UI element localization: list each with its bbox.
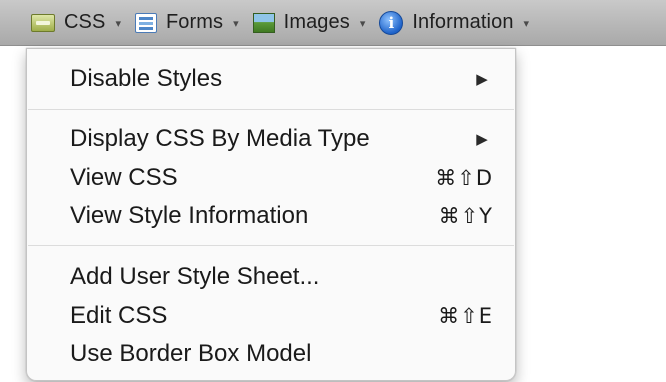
css-menu-button[interactable]: CSS ▾: [31, 0, 121, 46]
menu-item-disable-styles[interactable]: Disable Styles ▶: [70, 59, 497, 99]
submenu-arrow-icon: ▶: [476, 71, 488, 88]
menu-item-add-user-style-sheet[interactable]: Add User Style Sheet...: [70, 257, 497, 297]
menu-item-view-style-information[interactable]: View Style Information ⌘⇧Y: [70, 196, 497, 236]
keyboard-shortcut: ⌘⇧Y: [438, 204, 493, 228]
caret-down-icon: ▾: [233, 18, 239, 30]
caret-down-icon: ▾: [359, 18, 366, 30]
forms-icon: [134, 12, 157, 33]
information-menu-button[interactable]: i Information ▾: [379, 0, 529, 46]
menu-item-label: Add User Style Sheet...: [70, 263, 320, 290]
menu-item-label: View Style Information: [70, 202, 309, 229]
css-dropdown-menu: Disable Styles ▶ Display CSS By Media Ty…: [26, 48, 516, 381]
menu-item-label: Disable Styles: [70, 65, 223, 92]
menu-item-label: View CSS: [70, 164, 178, 191]
images-menu-label: Images: [283, 11, 350, 33]
menu-item-use-border-box-model[interactable]: Use Border Box Model: [70, 334, 497, 374]
menu-separator: [28, 245, 514, 246]
menu-item-label: Use Border Box Model: [70, 340, 312, 367]
css-menu-label: CSS: [64, 11, 106, 33]
forms-menu-label: Forms: [165, 11, 224, 33]
information-menu-label: Information: [412, 11, 514, 33]
css-icon: [31, 14, 55, 32]
menu-item-label: Edit CSS: [70, 302, 168, 329]
caret-down-icon: ▾: [115, 18, 121, 30]
images-icon: [252, 12, 275, 33]
submenu-arrow-icon: ▶: [476, 131, 488, 148]
info-icon: i: [379, 10, 404, 35]
menu-item-display-css-by-media-type[interactable]: Display CSS By Media Type ▶: [70, 119, 497, 159]
menu-item-edit-css[interactable]: Edit CSS ⌘⇧E: [70, 296, 497, 336]
menu-item-label: Display CSS By Media Type: [70, 125, 370, 152]
keyboard-shortcut: ⌘⇧E: [438, 304, 493, 328]
forms-menu-button[interactable]: Forms ▾: [134, 0, 239, 46]
menu-item-view-css[interactable]: View CSS ⌘⇧D: [70, 158, 497, 198]
images-menu-button[interactable]: Images ▾: [252, 0, 366, 46]
caret-down-icon: ▾: [523, 18, 530, 30]
keyboard-shortcut: ⌘⇧D: [435, 166, 493, 190]
web-developer-toolbar: CSS ▾ Forms ▾ Images ▾ i Information ▾: [0, 0, 666, 46]
menu-separator: [28, 109, 514, 110]
screen: CSS ▾ Forms ▾ Images ▾ i Information ▾ D…: [0, 0, 666, 382]
